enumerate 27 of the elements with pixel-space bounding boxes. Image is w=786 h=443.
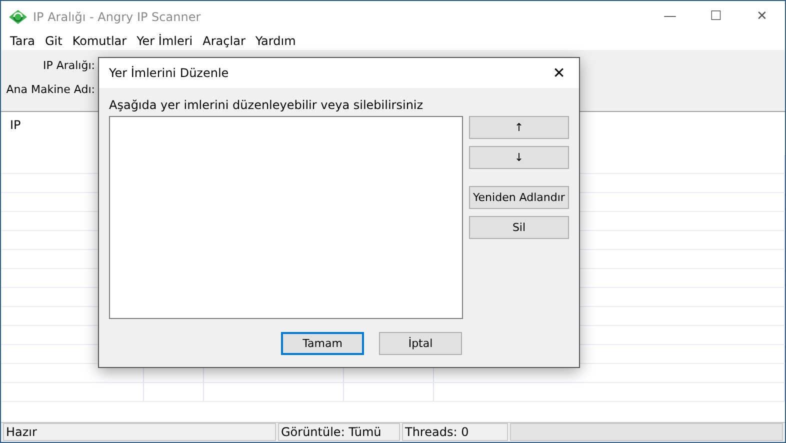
app-logo-icon <box>9 10 27 24</box>
menu-item[interactable]: Yardım <box>250 34 301 48</box>
maximize-button[interactable]: ☐ <box>693 9 739 24</box>
menu-item[interactable]: Yer İmleri <box>132 34 198 48</box>
delete-button[interactable]: Sil <box>469 216 569 239</box>
dialog-title: Yer İmlerini Düzenle <box>109 66 229 80</box>
close-button[interactable]: ✕ <box>539 64 579 82</box>
menu-item[interactable]: Tara <box>5 34 40 48</box>
window-title: IP Aralığı - Angry IP Scanner <box>33 10 201 24</box>
move-button[interactable]: ↓ <box>469 146 569 169</box>
field-label: IP Aralığı: <box>42 59 95 72</box>
menu-item[interactable]: Git <box>40 34 68 48</box>
instruction-text: Aşağıda yer imlerini düzenleyebilir veya silebilirsiniz <box>109 98 424 112</box>
status-text: Hazır <box>3 423 276 441</box>
bookmark-list[interactable] <box>109 116 463 319</box>
minimize-button[interactable]: — <box>647 9 693 24</box>
field-label: Ana Makine Adı: <box>5 83 95 96</box>
cancel-button[interactable]: İptal <box>379 332 462 355</box>
rename-button[interactable]: Yeniden Adlandır <box>469 186 569 209</box>
column-header[interactable]: IP <box>10 118 21 132</box>
menu-item[interactable]: Komutlar <box>67 34 132 48</box>
menu-item[interactable]: Araçlar <box>198 34 250 48</box>
move-button[interactable]: ↑ <box>469 116 569 139</box>
status-text: Görüntüle: Tümü <box>278 423 400 441</box>
ok-button[interactable]: Tamam <box>281 332 364 355</box>
status-text: Threads: 0 <box>402 423 508 441</box>
close-button[interactable]: ✕ <box>739 9 785 24</box>
